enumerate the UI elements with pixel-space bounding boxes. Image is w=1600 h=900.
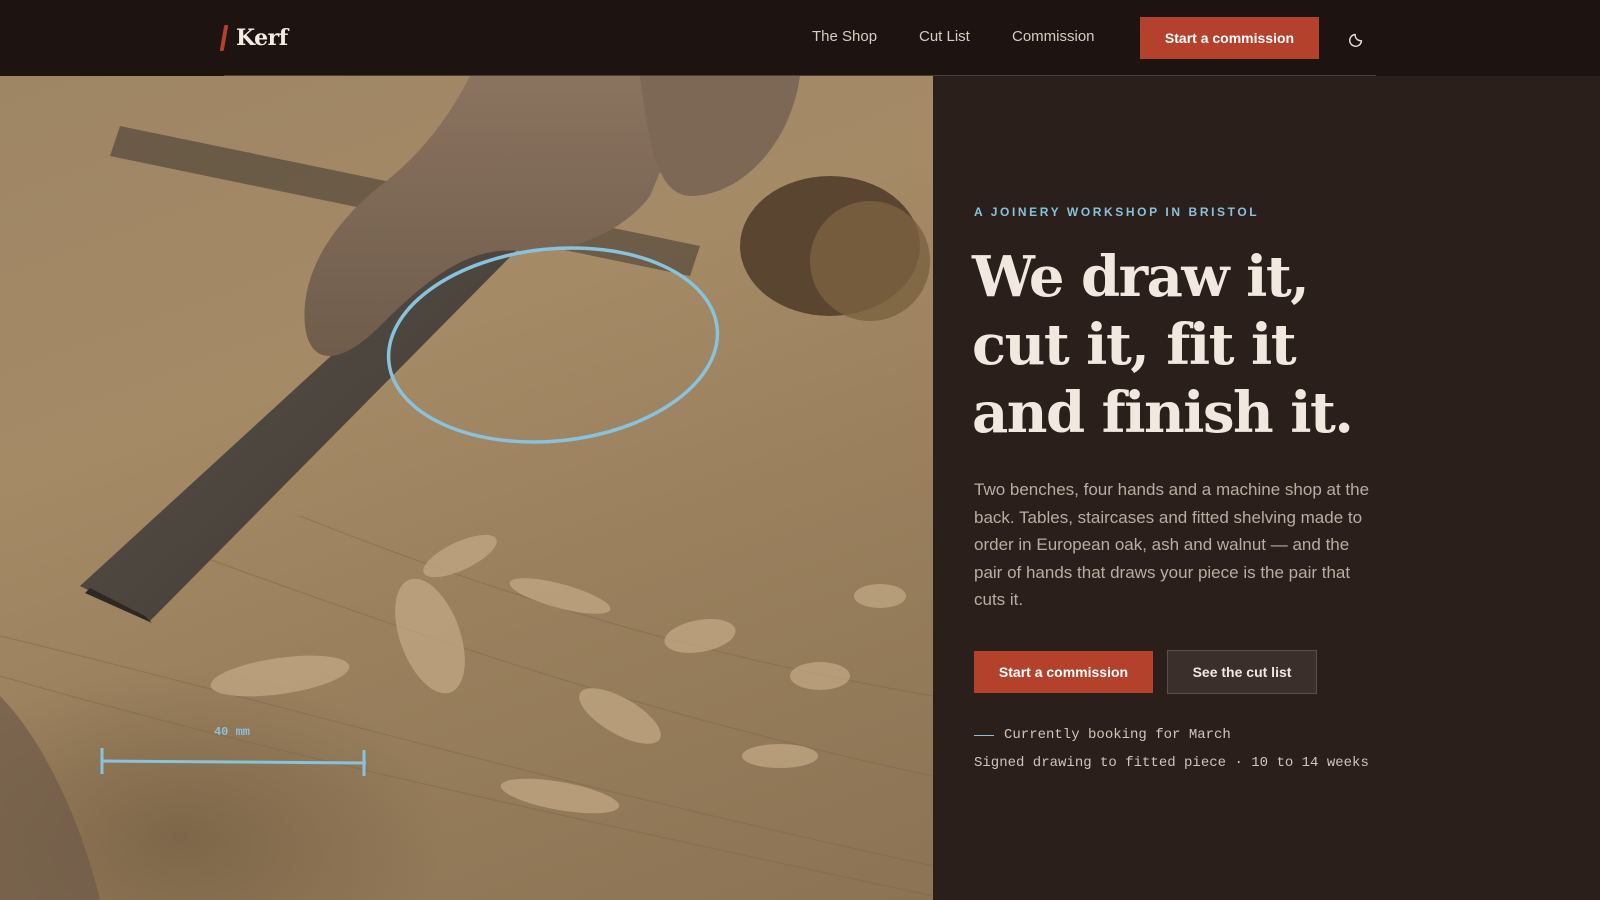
start-commission-button[interactable]: Start a commission (974, 651, 1153, 693)
hero-photo-chisel: 40 mm (0, 76, 933, 900)
booking-status-text: Currently booking for March (1004, 727, 1231, 743)
hero-intro: Two benches, four hands and a machine sh… (974, 480, 1370, 609)
booking-status: Currently booking for March (974, 727, 1231, 743)
header-start-commission-button[interactable]: Start a commission (1140, 17, 1319, 59)
brand-mark (219, 25, 229, 51)
moon-icon[interactable] (1348, 28, 1368, 48)
site-header: Kerf The Shop Cut List Commission Start … (0, 0, 1600, 76)
lead-time: Signed drawing to fitted piece · 10 to 1… (974, 755, 1369, 771)
annotation-measure-line (100, 748, 367, 776)
nav-link-commission[interactable]: Commission (1012, 28, 1095, 45)
brand-logo[interactable]: Kerf (219, 23, 288, 53)
hero-eyebrow: A JOINERY WORKSHOP IN BRISTOL (974, 205, 1260, 219)
nav-link-the-shop[interactable]: The Shop (812, 28, 877, 45)
hero-headline: We draw it, cut it, fit it and finish it… (972, 244, 1354, 446)
nav-link-cut-list[interactable]: Cut List (919, 28, 970, 45)
annotation-measure-label: 40 mm (214, 725, 250, 739)
booking-dash (974, 734, 994, 736)
brand-name: Kerf (236, 25, 288, 51)
photo-illustration: 40 mm (0, 76, 933, 900)
see-cut-list-button[interactable]: See the cut list (1167, 650, 1317, 694)
